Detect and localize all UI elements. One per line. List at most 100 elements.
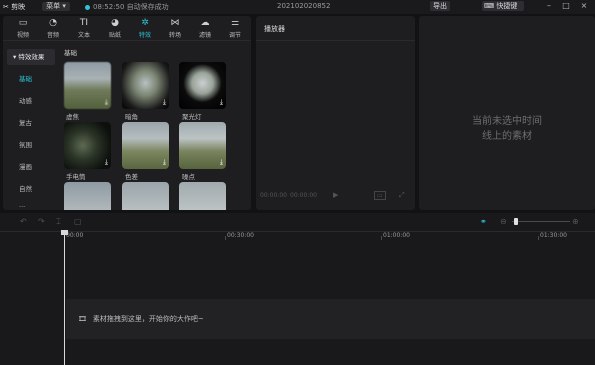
sidebar-item-nature[interactable]: 自然	[7, 181, 55, 197]
empty-selection-line1: 当前未选中时间	[472, 116, 542, 127]
close-icon[interactable]: ×	[579, 1, 589, 11]
save-status: 08:52:50 自动保存成功	[85, 2, 169, 12]
timeline-panel: ↶ ↷ ⌶ ▢ ⚭ ⊖ ⊕ 00:00 00:30:00 01:00:00 01…	[0, 213, 595, 365]
tab-label: 文本	[77, 32, 90, 39]
zoom-out-icon[interactable]: ⊖	[500, 217, 507, 226]
save-status-text: 08:52:50 自动保存成功	[93, 3, 169, 11]
effect-thumb-defocus[interactable]: ⤓	[64, 62, 111, 109]
tab-sticker[interactable]: ◕ 贴纸	[101, 18, 129, 39]
undo-icon[interactable]: ↶	[20, 217, 27, 226]
effects-sidebar: ▾ 特效效果 基础 动感 复古 氛围 漫画 自然 ...	[3, 41, 59, 210]
download-icon: ⤓	[219, 98, 223, 106]
sidebar-item-retro[interactable]: 复古	[7, 115, 55, 131]
zoom-slider-track[interactable]	[512, 221, 570, 222]
tab-filter[interactable]: ☁ 滤镜	[191, 18, 219, 39]
tab-text[interactable]: TI 文本	[70, 18, 98, 39]
effects-icon: ✲	[141, 18, 149, 28]
tab-label: 音频	[46, 32, 59, 39]
effect-thumb-flashlight[interactable]: ⤓	[64, 122, 111, 169]
project-name: 202102020852	[277, 2, 331, 10]
inspector-panel: 当前未选中时间 线上的素材	[419, 16, 595, 210]
delete-icon[interactable]: ▢	[74, 217, 82, 226]
media-panel: ▭ 视频 ◔ 音频 TI 文本 ◕ 贴纸 ✲ 特效 ⋈ 转场 ☁ 滤镜 ⚌ 调节 ▾ 特效效果 …	[3, 16, 251, 210]
app-logo: ✂ 剪映	[3, 2, 25, 12]
effect-thumb-vignette[interactable]: ⤓	[122, 62, 169, 109]
effect-thumb-7[interactable]	[64, 182, 111, 210]
effect-label: 虚焦	[66, 113, 79, 121]
audio-icon: ◔	[49, 18, 57, 28]
timeline-toolbar: ↶ ↷ ⌶ ▢ ⚭ ⊖ ⊕	[0, 213, 595, 232]
effect-thumb-chromatic[interactable]: ⤓	[122, 122, 169, 169]
tab-label: 特效	[138, 32, 151, 39]
main-track-dropzone[interactable]: 🎞︎ 素材拖拽到这里，开始你的大作吧~	[66, 299, 595, 339]
text-icon: TI	[79, 18, 89, 28]
maximize-icon[interactable]: □	[561, 1, 571, 11]
keyboard-icon: ⌨	[484, 2, 495, 10]
shortcut-label: 快捷键	[496, 2, 518, 10]
play-icon[interactable]: ▶	[333, 191, 338, 199]
zoom-in-icon[interactable]: ⊕	[572, 217, 579, 226]
sidebar-item-atmosphere[interactable]: 氛围	[7, 137, 55, 153]
ratio-button[interactable]: ▭	[374, 191, 386, 200]
adjust-icon: ⚌	[230, 18, 240, 28]
chevron-down-icon: ▾	[62, 2, 66, 10]
effect-label: 色差	[125, 173, 138, 181]
title-bar: ✂ 剪映 菜单 ▾ 08:52:50 自动保存成功 202102020852 导…	[0, 0, 595, 14]
tab-transition[interactable]: ⋈ 转场	[161, 18, 189, 39]
effect-label: 手电筒	[66, 173, 86, 181]
transition-icon: ⋈	[170, 18, 180, 28]
split-icon[interactable]: ⌶	[56, 217, 61, 227]
effect-thumb-spotlight[interactable]: ⤓	[179, 62, 226, 109]
player-panel: 播放器 00:00:00 00:00:00 ▶ ▭ ⤢	[256, 16, 415, 210]
playhead[interactable]	[61, 230, 68, 365]
fullscreen-icon[interactable]: ⤢	[399, 191, 405, 200]
sticker-icon: ◕	[111, 18, 119, 28]
tab-label: 转场	[168, 32, 181, 39]
category-tabs: ▭ 视频 ◔ 音频 TI 文本 ◕ 贴纸 ✲ 特效 ⋈ 转场 ☁ 滤镜 ⚌ 调节	[3, 16, 251, 41]
effect-thumb-8[interactable]	[122, 182, 169, 210]
dropzone-hint: 🎞︎ 素材拖拽到这里，开始你的大作吧~	[78, 314, 204, 324]
empty-selection-line2: 线上的素材	[482, 131, 532, 142]
ruler-tick	[225, 236, 226, 240]
tab-effects[interactable]: ✲ 特效	[131, 18, 159, 39]
ruler-tick-label: 01:00:00	[383, 232, 410, 239]
filter-icon: ☁	[200, 18, 210, 28]
app-name: 剪映	[11, 3, 26, 11]
tab-video[interactable]: ▭ 视频	[9, 18, 37, 39]
effect-label: 暗角	[125, 113, 138, 121]
player-title: 播放器	[264, 25, 285, 33]
time-ruler[interactable]: 00:00 00:30:00 01:00:00 01:30:00	[0, 232, 595, 242]
effect-thumb-noise[interactable]: ⤓	[179, 122, 226, 169]
download-icon: ⤓	[104, 98, 108, 106]
zoom-slider-handle[interactable]	[514, 218, 518, 225]
sidebar-item-comic[interactable]: 漫画	[7, 159, 55, 175]
sidebar-group-effects[interactable]: ▾ 特效效果	[7, 49, 55, 65]
sidebar-item-more[interactable]: ...	[7, 201, 55, 210]
download-icon: ⤓	[162, 98, 166, 106]
menu-button[interactable]: 菜单 ▾	[42, 2, 70, 11]
shortcut-button[interactable]: ⌨ 快捷键	[482, 1, 524, 11]
total-time: 00:00:00	[290, 192, 317, 199]
minimize-icon[interactable]: –	[544, 1, 554, 11]
sidebar-item-dynamic[interactable]: 动感	[7, 93, 55, 109]
download-icon: ⤓	[104, 158, 108, 166]
tab-audio[interactable]: ◔ 音频	[39, 18, 67, 39]
link-toggle-icon[interactable]: ⚭	[480, 217, 487, 226]
sidebar-item-basic[interactable]: 基础	[7, 71, 55, 87]
logo-icon: ✂	[3, 3, 9, 11]
tab-label: 调节	[228, 32, 241, 39]
tab-adjust[interactable]: ⚌ 调节	[221, 18, 249, 39]
export-button[interactable]: 导出	[430, 1, 450, 11]
effect-label: 聚光灯	[182, 113, 202, 121]
effect-thumb-9[interactable]	[179, 182, 226, 210]
ruler-tick-label: 01:30:00	[540, 232, 567, 239]
section-title: 基础	[64, 49, 77, 57]
download-icon: ⤓	[219, 158, 223, 166]
playhead-handle[interactable]	[61, 230, 68, 235]
dropzone-hint-text: 素材拖拽到这里，开始你的大作吧~	[92, 315, 204, 323]
redo-icon[interactable]: ↷	[38, 217, 45, 226]
effect-label: 噪点	[182, 173, 195, 181]
download-icon: ⤓	[162, 158, 166, 166]
tab-label: 贴纸	[108, 32, 121, 39]
ruler-tick	[538, 236, 539, 240]
